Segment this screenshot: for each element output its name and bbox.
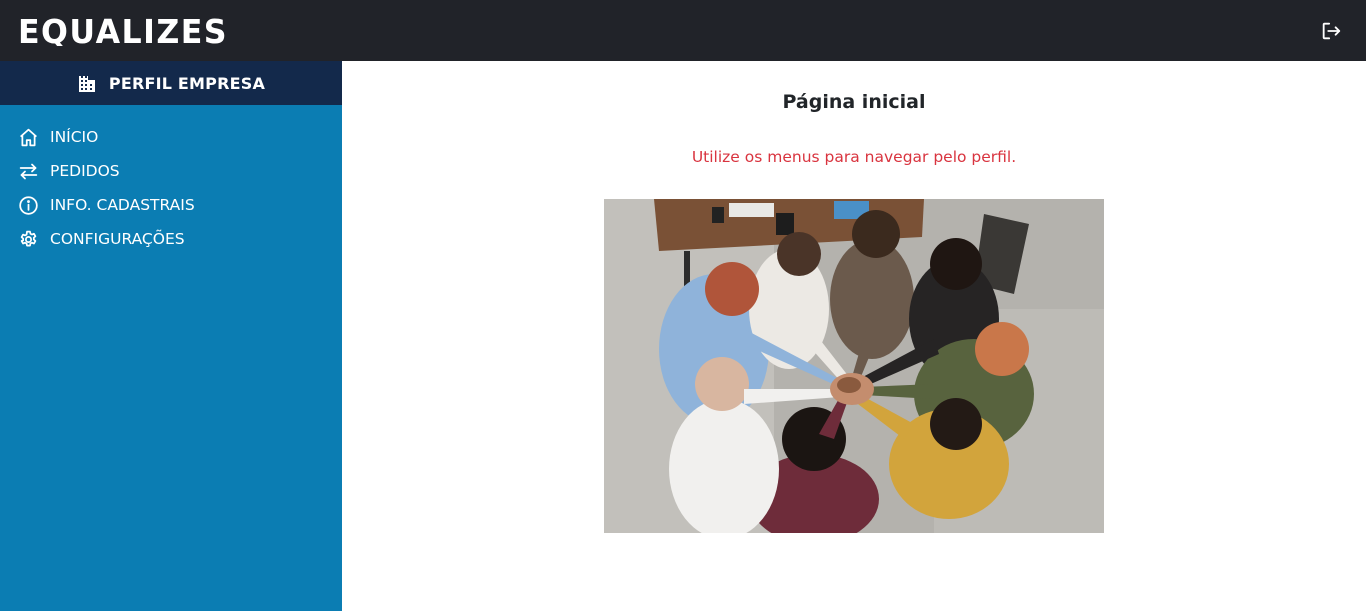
sidebar-item-inicio[interactable]: INÍCIO [0, 120, 342, 154]
building-icon [77, 73, 97, 93]
sidebar-item-configuracoes[interactable]: CONFIGURAÇÕES [0, 222, 342, 256]
sidebar-item-label: INFO. CADASTRAIS [50, 196, 195, 214]
sidebar-item-label: INÍCIO [50, 128, 99, 146]
svg-text:EQUALIZES: EQUALIZES [18, 14, 228, 46]
sidebar: PERFIL EMPRESA INÍCIO PEDIDOS INFO. CADA… [0, 61, 342, 611]
sidebar-header: PERFIL EMPRESA [0, 61, 342, 105]
sidebar-item-label: PEDIDOS [50, 162, 120, 180]
info-circle-icon [18, 195, 39, 216]
sidebar-title: PERFIL EMPRESA [108, 73, 266, 93]
home-icon [18, 127, 39, 148]
top-bar: EQUALIZES [0, 0, 1366, 61]
logout-icon[interactable] [1320, 20, 1342, 42]
team-hands-photo [604, 199, 1104, 533]
arrows-exchange-icon [18, 161, 39, 182]
sidebar-nav: INÍCIO PEDIDOS INFO. CADASTRAIS CONFIGUR… [0, 105, 342, 256]
main-content: Página inicial Utilize os menus para nav… [342, 61, 1366, 611]
sidebar-item-label: CONFIGURAÇÕES [50, 230, 185, 248]
sidebar-item-info-cadastrais[interactable]: INFO. CADASTRAIS [0, 188, 342, 222]
gear-icon [18, 229, 39, 250]
brand-logo-text: EQUALIZES [18, 14, 228, 46]
sidebar-item-pedidos[interactable]: PEDIDOS [0, 154, 342, 188]
page-subtitle: Utilize os menus para navegar pelo perfi… [691, 148, 1017, 166]
page-title: Página inicial [782, 91, 926, 113]
brand-logo[interactable]: EQUALIZES [18, 14, 230, 46]
